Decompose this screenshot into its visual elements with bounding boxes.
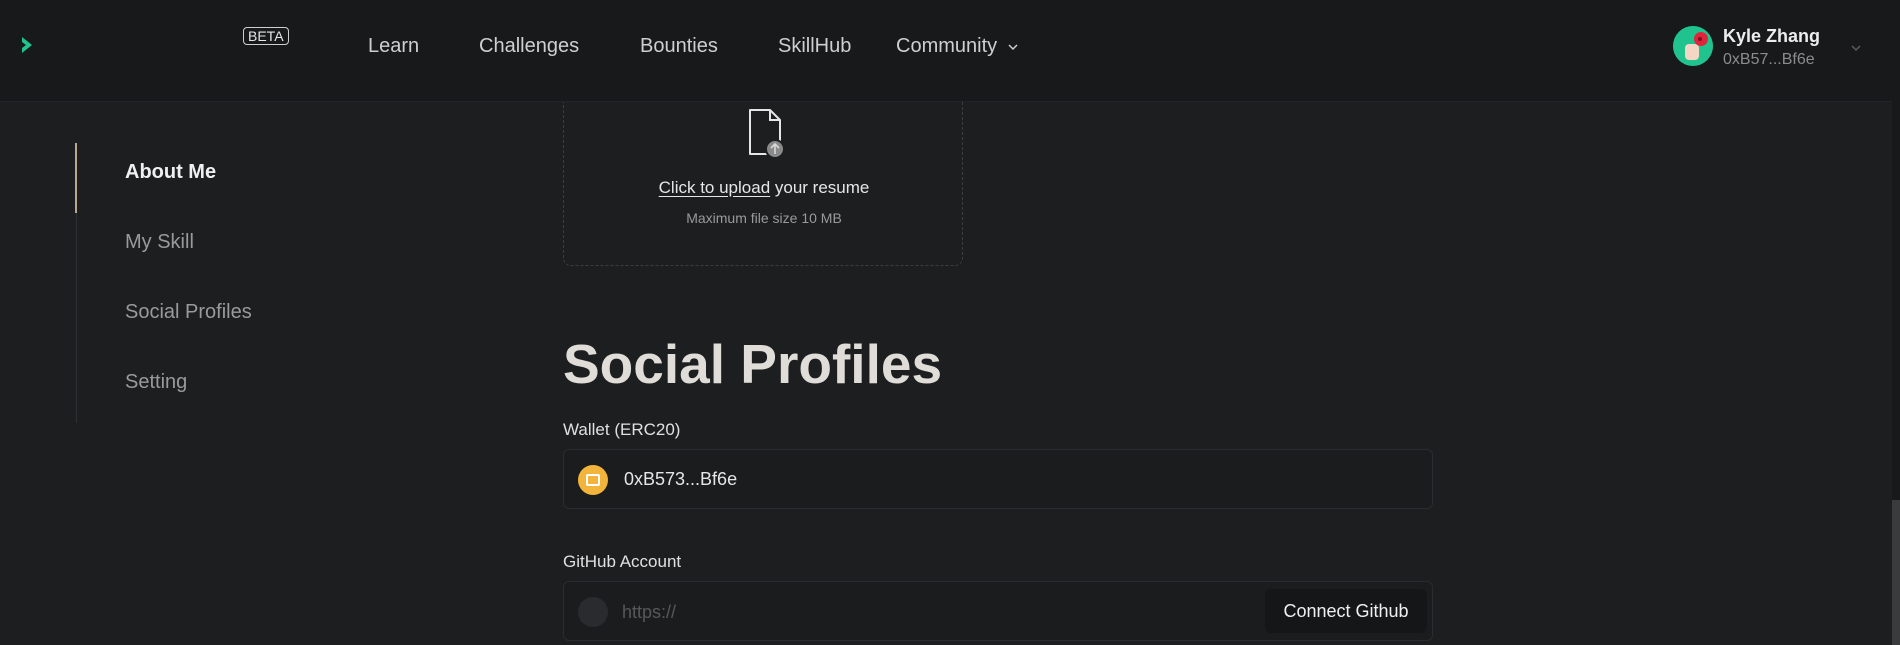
nav-skillhub[interactable]: SkillHub <box>778 35 851 58</box>
upload-instruction: Click to upload your resume <box>564 178 964 198</box>
nav-community-label: Community <box>896 35 998 57</box>
chevron-down-icon <box>1008 43 1018 50</box>
top-navigation-bar: BETA Learn Challenges Bounties SkillHub … <box>0 0 1900 102</box>
wallet-label: Wallet (ERC20) <box>563 420 681 439</box>
sidebar-item-about-me[interactable]: About Me <box>125 161 216 184</box>
nav-community[interactable]: Community <box>896 35 1019 58</box>
nav-bounties[interactable]: Bounties <box>640 35 718 58</box>
sidebar-item-social-profiles[interactable]: Social Profiles <box>125 301 252 324</box>
upload-link[interactable]: Click to upload <box>659 178 771 197</box>
nav-challenges[interactable]: Challenges <box>479 35 579 58</box>
avatar <box>1673 26 1713 66</box>
nav-learn[interactable]: Learn <box>368 35 419 58</box>
beta-badge: BETA <box>243 27 289 45</box>
scrollbar-thumb[interactable] <box>1892 500 1900 645</box>
resume-upload-dropzone[interactable]: Click to upload your resume Maximum file… <box>563 102 963 266</box>
sidebar-active-indicator <box>75 143 77 213</box>
user-menu[interactable]: Kyle Zhang 0xB57...Bf6e <box>1673 26 1820 69</box>
upload-text-rest: your resume <box>770 178 870 197</box>
sidebar-item-setting[interactable]: Setting <box>125 371 187 394</box>
section-title: Social Profiles <box>563 333 943 395</box>
wallet-address: 0xB573...Bf6e <box>624 469 738 489</box>
sidebar-item-my-skill[interactable]: My Skill <box>125 231 194 254</box>
github-label: GitHub Account <box>563 552 682 571</box>
connect-github-button[interactable]: Connect Github <box>1265 589 1427 633</box>
chevron-down-icon[interactable] <box>1850 42 1862 54</box>
file-upload-icon <box>749 109 785 159</box>
github-icon <box>578 597 608 627</box>
wallet-icon <box>578 465 608 495</box>
github-field: Connect Github <box>563 581 1433 641</box>
logo-icon[interactable] <box>20 35 38 55</box>
user-address: 0xB57...Bf6e <box>1723 51 1815 68</box>
upload-max-size: Maximum file size 10 MB <box>686 210 842 226</box>
github-url-input[interactable] <box>622 598 1122 626</box>
wallet-field: 0xB573...Bf6e <box>563 449 1433 509</box>
user-name: Kyle Zhang <box>1723 26 1821 46</box>
